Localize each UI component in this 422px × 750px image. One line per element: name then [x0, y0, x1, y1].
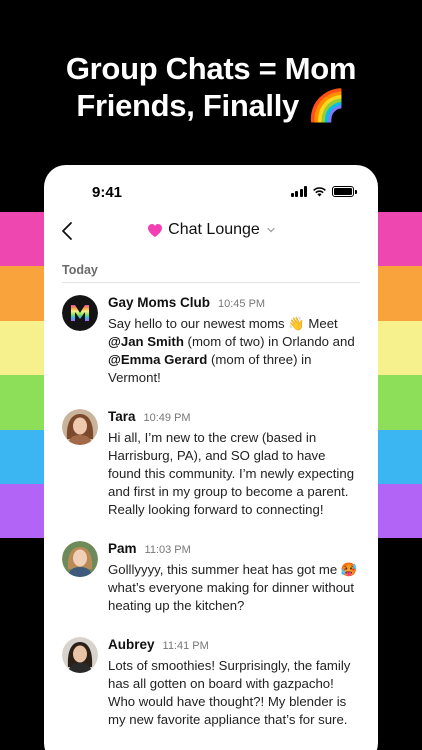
- group-logo-icon: [62, 295, 98, 331]
- status-bar: 9:41: [44, 165, 378, 215]
- message-content: Tara 10:49 PM Hi all, I’m new to the cre…: [108, 409, 362, 519]
- message-header: Aubrey 11:41 PM: [108, 637, 362, 656]
- message-text: Hi all, I’m new to the crew (based in Ha…: [108, 430, 355, 517]
- rainbow-emoji: 🌈: [307, 88, 346, 123]
- message-header: Tara 10:49 PM: [108, 409, 362, 428]
- battery-icon: [332, 186, 357, 197]
- chat-nav-bar: Chat Lounge: [44, 215, 378, 255]
- message-item[interactable]: Aubrey 11:41 PM Lots of smoothies! Surpr…: [62, 637, 362, 729]
- headline-line-2-text: Friends, Finally: [76, 88, 299, 123]
- headline-line-2: Friends, Finally 🌈: [0, 87, 422, 124]
- message-time: 11:41 PM: [162, 640, 209, 652]
- message-text-part: Say hello to our newest moms 👋 Meet: [108, 316, 338, 331]
- date-divider: Today: [62, 255, 360, 283]
- heart-icon: [148, 223, 163, 237]
- chevron-down-icon: [267, 227, 275, 233]
- cellular-signal-icon: [290, 186, 307, 197]
- chat-title: Chat Lounge: [168, 221, 260, 238]
- promo-headline: Group Chats = Mom Friends, Finally 🌈: [0, 50, 422, 124]
- message-content: Gay Moms Club 10:45 PM Say hello to our …: [108, 295, 362, 387]
- message-list[interactable]: Gay Moms Club 10:45 PM Say hello to our …: [44, 283, 378, 729]
- wifi-icon: [313, 187, 326, 197]
- status-icons: [290, 186, 357, 197]
- avatar[interactable]: [62, 541, 98, 577]
- message-header: Gay Moms Club 10:45 PM: [108, 295, 362, 314]
- mention-link[interactable]: @Emma Gerard: [108, 352, 207, 367]
- sender-name[interactable]: Tara: [108, 409, 136, 424]
- status-time: 9:41: [92, 184, 123, 201]
- mention-link[interactable]: @Jan Smith: [108, 334, 184, 349]
- message-time: 10:49 PM: [143, 412, 191, 424]
- avatar[interactable]: [62, 409, 98, 445]
- date-divider-label: Today: [62, 263, 98, 277]
- message-text: Lots of smoothies! Surprisingly, the fam…: [108, 658, 351, 727]
- user-photo-icon: [62, 637, 98, 673]
- user-photo-icon: [62, 541, 98, 577]
- message-text-part: (mom of two) in Orlando and: [183, 334, 355, 349]
- phone-screen: 9:41 Chat Lounge Today Gay Moms Club 10:…: [44, 165, 378, 750]
- message-time: 10:45 PM: [218, 298, 266, 310]
- chat-title-selector[interactable]: Chat Lounge: [44, 221, 378, 239]
- message-content: Aubrey 11:41 PM Lots of smoothies! Surpr…: [108, 637, 362, 729]
- message-item[interactable]: Pam 11:03 PM Golllyyyy, this summer heat…: [62, 541, 362, 615]
- avatar[interactable]: [62, 295, 98, 331]
- message-text: Golllyyyy, this summer heat has got me 🥵…: [108, 562, 358, 613]
- sender-name[interactable]: Gay Moms Club: [108, 295, 210, 310]
- message-text: Say hello to our newest moms 👋 Meet @Jan…: [108, 315, 362, 387]
- avatar[interactable]: [62, 637, 98, 673]
- message-item[interactable]: Gay Moms Club 10:45 PM Say hello to our …: [62, 295, 362, 387]
- sender-name[interactable]: Pam: [108, 541, 137, 556]
- message-content: Pam 11:03 PM Golllyyyy, this summer heat…: [108, 541, 362, 615]
- message-time: 11:03 PM: [144, 544, 191, 556]
- user-photo-icon: [62, 409, 98, 445]
- message-item[interactable]: Tara 10:49 PM Hi all, I’m new to the cre…: [62, 409, 362, 519]
- sender-name[interactable]: Aubrey: [108, 637, 155, 652]
- headline-line-1: Group Chats = Mom: [65, 51, 357, 86]
- message-header: Pam 11:03 PM: [108, 541, 362, 560]
